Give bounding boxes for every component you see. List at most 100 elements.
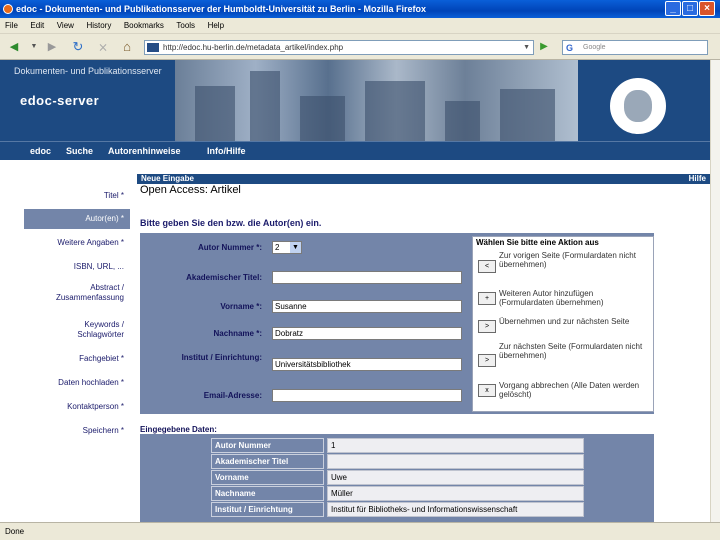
stop-icon[interactable]: ⨯ xyxy=(95,39,111,55)
status-text: Done xyxy=(5,527,25,536)
server-logo-text[interactable]: edoc-server xyxy=(20,93,99,108)
site-favicon-icon xyxy=(147,43,159,52)
academic-title-input[interactable] xyxy=(272,271,462,284)
close-button[interactable]: × xyxy=(699,1,715,16)
maximize-button[interactable]: □ xyxy=(682,1,698,16)
leftnav-item-titel[interactable]: Titel * xyxy=(24,191,130,201)
entered-value: Müller xyxy=(327,486,584,501)
lastname-label: Nachname *: xyxy=(213,329,262,338)
nav-suche[interactable]: Suche xyxy=(66,146,93,156)
instructions: Bitte geben Sie den bzw. die Autor(en) e… xyxy=(140,218,322,228)
page-viewport: Dokumenten- und Publikationsserver edoc-… xyxy=(0,60,710,522)
forward-icon[interactable]: ▶ xyxy=(44,39,60,55)
save-next-button[interactable]: > xyxy=(478,320,496,333)
author-number-value: 2 xyxy=(275,243,280,252)
minimize-button[interactable]: _ xyxy=(665,1,681,16)
search-input[interactable]: G Google xyxy=(562,40,708,55)
google-search-icon[interactable]: G xyxy=(566,42,573,55)
top-navigation: edoc Suche Autorenhinweise Info/Hilfe xyxy=(0,141,710,160)
menu-tools[interactable]: Tools xyxy=(171,18,200,34)
table-row: Vorname Uwe xyxy=(211,470,584,486)
academic-title-label: Akademischer Titel: xyxy=(186,273,262,282)
entered-value xyxy=(327,454,584,469)
site-header: Dokumenten- und Publikationsserver edoc-… xyxy=(0,60,710,141)
navigation-toolbar: ◀ ▼ ▶ ↻ ⨯ ⌂ http://edoc.hu-berlin.de/met… xyxy=(0,34,720,60)
university-seal-icon xyxy=(608,76,668,136)
institute-label: Institut / Einrichtung: xyxy=(181,353,262,362)
home-icon[interactable]: ⌂ xyxy=(119,39,135,55)
entered-key: Institut / Einrichtung xyxy=(211,502,324,517)
next-page-text: Zur nächsten Seite (Formulardaten nicht … xyxy=(499,342,643,360)
save-next-text: Übernehmen und zur nächsten Seite xyxy=(499,317,630,326)
add-author-button[interactable]: + xyxy=(478,292,496,305)
entered-data-label: Eingegebene Daten: xyxy=(140,425,217,434)
lastname-input[interactable]: Dobratz xyxy=(272,327,462,340)
table-row: Nachname Müller xyxy=(211,486,584,502)
add-author-text: Weiteren Autor hinzufügen (Formulardaten… xyxy=(499,289,604,307)
go-icon[interactable]: ▶ xyxy=(537,40,551,54)
menu-history[interactable]: History xyxy=(81,18,116,34)
chevron-down-icon[interactable]: ▼ xyxy=(290,242,301,253)
header-photos xyxy=(175,60,578,141)
previous-page-button[interactable]: < xyxy=(478,260,496,273)
nav-autorenhinweise[interactable]: Autorenhinweise xyxy=(108,146,181,156)
firstname-label: Vorname *: xyxy=(220,302,262,311)
status-bar: Done xyxy=(0,522,720,540)
back-icon[interactable]: ◀ xyxy=(6,39,22,55)
window-title-bar: edoc - Dokumenten- und Publikationsserve… xyxy=(0,0,720,18)
cancel-button[interactable]: x xyxy=(478,384,496,397)
leftnav-item-daten-hochladen[interactable]: Daten hochladen * xyxy=(24,378,130,388)
entered-value: 1 xyxy=(327,438,584,453)
url-text: http://edoc.hu-berlin.de/metadata_artike… xyxy=(163,43,344,52)
entered-key: Nachname xyxy=(211,486,324,501)
author-form: Autor Nummer *: 2 ▼ Akademischer Titel: … xyxy=(140,233,654,414)
firstname-input[interactable]: Susanne xyxy=(272,300,462,313)
entered-key: Autor Nummer xyxy=(211,438,324,453)
page-title: Open Access: Artikel xyxy=(140,184,241,196)
site-name: Dokumenten- und Publikationsserver xyxy=(14,66,162,76)
menu-bookmarks[interactable]: Bookmarks xyxy=(119,18,169,34)
cancel-text: Vorgang abbrechen (Alle Daten werden gel… xyxy=(499,381,640,399)
url-bar[interactable]: http://edoc.hu-berlin.de/metadata_artike… xyxy=(144,40,534,55)
leftnav-item-keywords[interactable]: Keywords / Schlagwörter xyxy=(24,320,130,340)
leftnav-item-abstract[interactable]: Abstract / Zusammenfassung xyxy=(24,283,130,303)
action-panel: Wählen Sie bitte eine Aktion aus < Zur v… xyxy=(472,236,654,412)
reload-icon[interactable]: ↻ xyxy=(70,39,86,55)
entered-value: Uwe xyxy=(327,470,584,485)
content-bar-title: Neue Eingabe xyxy=(141,174,194,183)
email-label: Email-Adresse: xyxy=(203,391,262,400)
menu-file[interactable]: File xyxy=(0,18,23,34)
entered-data-table: Autor Nummer 1 Akademischer Titel Vornam… xyxy=(140,434,654,522)
window-title: edoc - Dokumenten- und Publikationsserve… xyxy=(16,4,427,14)
back-dropdown-icon[interactable]: ▼ xyxy=(26,39,42,55)
entered-key: Akademischer Titel xyxy=(211,454,324,469)
next-page-button[interactable]: > xyxy=(478,354,496,367)
author-number-label: Autor Nummer *: xyxy=(197,243,262,252)
left-navigation: Titel * Autor(en) * Weitere Angaben * IS… xyxy=(24,173,130,522)
institute-input[interactable]: Universitätsbibliothek xyxy=(272,358,462,371)
author-number-select[interactable]: 2 ▼ xyxy=(272,241,302,254)
menu-edit[interactable]: Edit xyxy=(25,18,49,34)
entered-key: Vorname xyxy=(211,470,324,485)
url-dropdown-icon[interactable]: ▼ xyxy=(523,41,530,54)
menu-bar: File Edit View History Bookmarks Tools H… xyxy=(0,18,720,34)
entered-value: Institut für Bibliotheks- und Informatio… xyxy=(327,502,584,517)
leftnav-item-autoren[interactable]: Autor(en) * xyxy=(24,209,130,229)
table-row: Institut / Einrichtung Institut für Bibl… xyxy=(211,502,584,518)
table-row: Akademischer Titel xyxy=(211,454,584,470)
nav-info-hilfe[interactable]: Info/Hilfe xyxy=(207,146,246,156)
menu-help[interactable]: Help xyxy=(203,18,229,34)
help-link[interactable]: Hilfe xyxy=(689,174,706,184)
email-input[interactable] xyxy=(272,389,462,402)
leftnav-item-kontaktperson[interactable]: Kontaktperson * xyxy=(24,402,130,412)
table-row: Autor Nummer 1 xyxy=(211,438,584,454)
content-bar: Neue Eingabe Hilfe xyxy=(137,174,710,184)
leftnav-item-fachgebiet[interactable]: Fachgebiet * xyxy=(24,354,130,364)
leftnav-item-speichern[interactable]: Speichern * xyxy=(24,426,130,436)
leftnav-item-isbn-url[interactable]: ISBN, URL, ... xyxy=(24,262,130,272)
leftnav-item-weitere-angaben[interactable]: Weitere Angaben * xyxy=(24,238,130,248)
firefox-icon xyxy=(3,4,13,14)
nav-edoc[interactable]: edoc xyxy=(30,146,51,156)
vertical-scrollbar[interactable] xyxy=(710,60,720,522)
menu-view[interactable]: View xyxy=(52,18,79,34)
